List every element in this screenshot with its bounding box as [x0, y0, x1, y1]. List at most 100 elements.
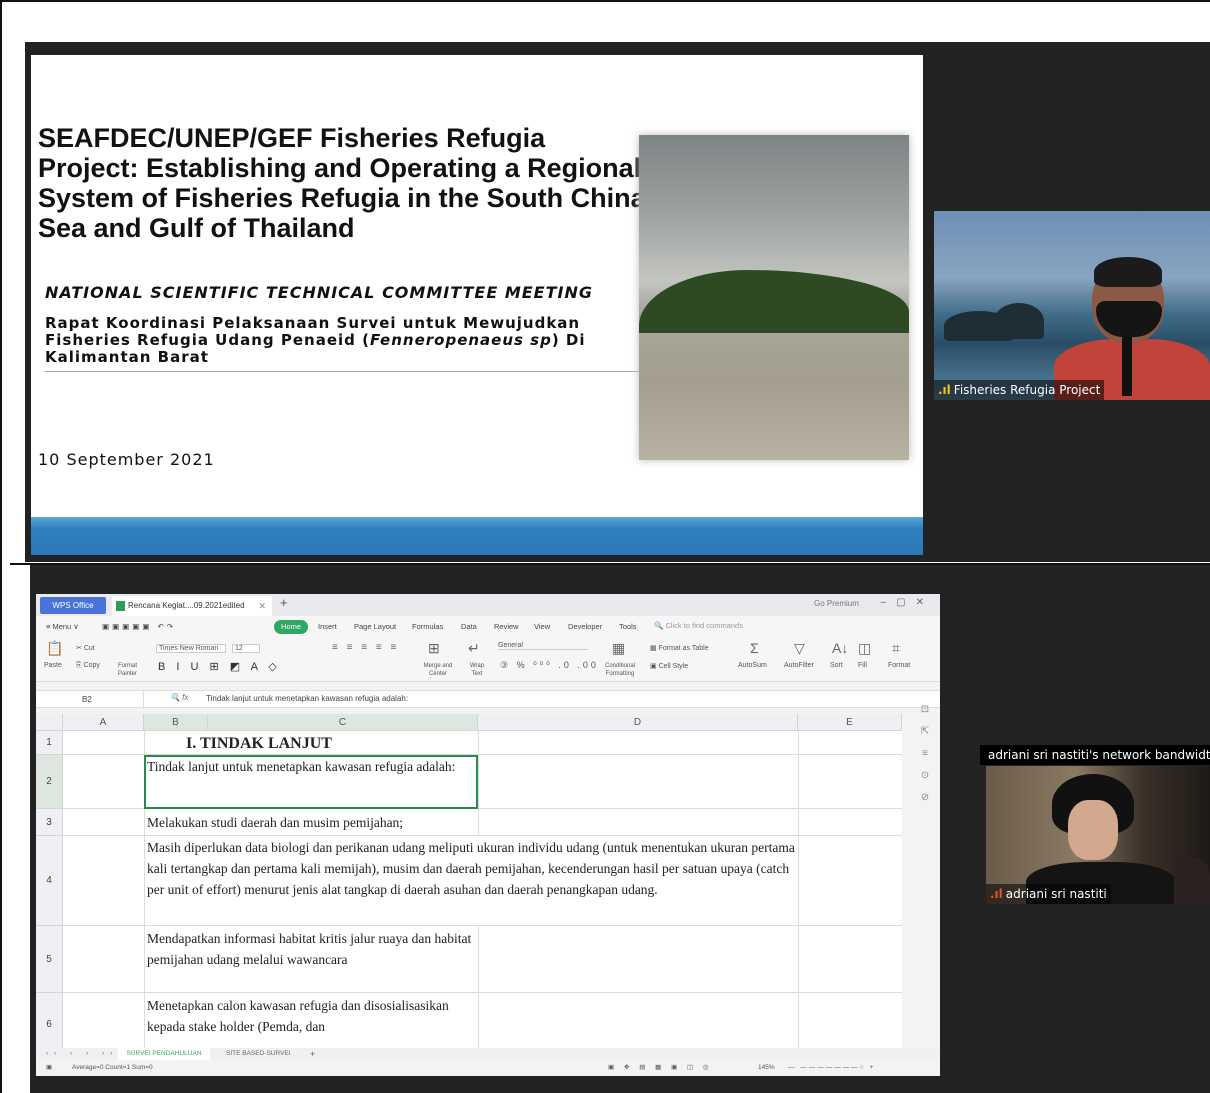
- status-summary: Average=0 Count=1 Sum=0: [72, 1064, 153, 1071]
- copy-button[interactable]: ⎘ Copy: [76, 662, 100, 670]
- tab-insert[interactable]: Insert: [318, 622, 337, 631]
- paste-icon[interactable]: 📋: [46, 640, 63, 657]
- view-mode-buttons[interactable]: ▣ ✥ ▤ ▦ ▣ ◫ ◎: [608, 1060, 713, 1076]
- tab-home[interactable]: Home: [274, 620, 308, 634]
- tab-developer[interactable]: Developer: [568, 622, 602, 631]
- autofilter-button[interactable]: AutoFilter: [784, 662, 814, 669]
- merge-icon[interactable]: ⊞: [428, 640, 440, 657]
- window-controls[interactable]: –▢✕: [881, 597, 934, 608]
- grid-line: [478, 731, 479, 835]
- format-as-table-label: Format as Table: [658, 645, 709, 652]
- close-icon[interactable]: ✕: [258, 596, 266, 616]
- grid-line: [63, 992, 902, 993]
- paste-button[interactable]: Paste: [44, 662, 62, 669]
- column-header-d[interactable]: D: [478, 714, 798, 731]
- format-painter-button[interactable]: Format Painter: [118, 662, 148, 678]
- status-bar: ▣ Average=0 Count=1 Sum=0 ▣ ✥ ▤ ▦ ▣ ◫ ◎ …: [36, 1060, 940, 1076]
- name-box[interactable]: B2: [44, 691, 144, 708]
- new-tab-icon[interactable]: +: [280, 595, 288, 610]
- signal-bars-icon: .ıl: [990, 887, 1003, 901]
- cell-style-button[interactable]: ▣ Cell Style: [650, 662, 688, 670]
- format-icon[interactable]: ⌗: [892, 640, 900, 657]
- cell-b3[interactable]: Melakukan studi daerah dan musim pemijah…: [147, 812, 477, 833]
- number-format-select[interactable]: General: [498, 642, 588, 650]
- river-water: [639, 333, 909, 460]
- sort-icon[interactable]: A↓: [832, 640, 848, 656]
- sheet-tab-survei-pendahuluan[interactable]: SURVEI PENDAHULUAN: [118, 1048, 210, 1060]
- select-all-corner[interactable]: [36, 714, 63, 731]
- format-button[interactable]: Format: [888, 662, 910, 669]
- fill-button[interactable]: Fill: [858, 662, 867, 669]
- row-header-2[interactable]: 2: [36, 755, 63, 809]
- slide-date: 10 September 2021: [38, 450, 215, 469]
- background-person: [1174, 858, 1210, 904]
- participant-video-adriani[interactable]: .ıl adriani sri nastiti: [986, 766, 1210, 904]
- font-style-buttons[interactable]: B I U ⊞ ◩ A ◇: [158, 660, 281, 673]
- zoom-slider[interactable]: — ———————○ +: [788, 1060, 875, 1076]
- tab-data[interactable]: Data: [461, 622, 477, 631]
- wps-office-tab[interactable]: WPS Office: [40, 597, 106, 614]
- cell-b6[interactable]: Menetapkan calon kawasan refugia dan dis…: [147, 995, 457, 1037]
- document-tab-label: Rencana Kegiat....09.2021edited: [128, 601, 245, 610]
- alignment-buttons[interactable]: ≡ ≡ ≡ ≡ ≡: [332, 642, 399, 653]
- column-header-c[interactable]: C: [208, 714, 478, 731]
- column-header-e[interactable]: E: [798, 714, 902, 731]
- column-header-a[interactable]: A: [63, 714, 144, 731]
- go-premium-link[interactable]: Go Premium: [814, 599, 859, 608]
- tab-tools[interactable]: Tools: [619, 622, 637, 631]
- command-search[interactable]: 🔍 Click to find commands: [654, 621, 743, 630]
- slide-title: SEAFDEC/UNEP/GEF Fisheries Refugia Proje…: [38, 123, 646, 243]
- merge-center-button[interactable]: Merge and Center: [420, 662, 456, 678]
- macro-icon[interactable]: ▣: [46, 1060, 52, 1076]
- cell-b1[interactable]: I. TINDAK LANJUT: [186, 733, 332, 754]
- slide-footer-bar: [31, 517, 923, 555]
- sort-button[interactable]: Sort: [830, 662, 843, 669]
- home-ribbon: 📋 Paste ✂ Cut ⎘ Copy Format Painter Time…: [36, 638, 940, 682]
- wrap-text-icon[interactable]: ↵: [468, 640, 480, 657]
- rock: [994, 303, 1044, 339]
- menu-button[interactable]: ≡ Menu ∨: [46, 622, 79, 631]
- tab-view[interactable]: View: [534, 622, 550, 631]
- spreadsheet-grid[interactable]: A B C D E 1 2 3 4 5 6 I. TINDAK LANJUT T…: [36, 714, 902, 1048]
- formula-input[interactable]: Tindak lanjut untuk menetapkan kawasan r…: [206, 694, 408, 703]
- autosum-button[interactable]: AutoSum: [738, 662, 767, 669]
- tab-formulas[interactable]: Formulas: [412, 622, 443, 631]
- side-toolbar[interactable]: ⊡ ⇱ ≡ ⊙ ⊘: [914, 704, 936, 803]
- tab-review[interactable]: Review: [494, 622, 519, 631]
- row-header-3[interactable]: 3: [36, 809, 63, 836]
- sheet-tab-site-based[interactable]: SITE BASED-SURVEI: [226, 1048, 291, 1060]
- zoom-level[interactable]: 145%: [758, 1060, 775, 1076]
- font-select[interactable]: Times New Roman: [156, 644, 226, 653]
- row-header-1[interactable]: 1: [36, 731, 63, 755]
- participant-video-fisheries[interactable]: .ıl Fisheries Refugia Project: [934, 211, 1210, 400]
- conditional-formatting-icon[interactable]: ▦: [612, 640, 625, 657]
- column-header-b[interactable]: B: [144, 714, 208, 731]
- sheet-nav-arrows[interactable]: ‹‹ ‹ › ››: [46, 1048, 118, 1060]
- participant-hair: [1094, 257, 1162, 287]
- sheet-tab-bar: ‹‹ ‹ › ›› SURVEI PENDAHULUAN SITE BASED-…: [36, 1048, 940, 1060]
- slide-subtitle: Rapat Koordinasi Pelaksanaan Survei untu…: [45, 315, 645, 366]
- number-format-buttons[interactable]: ③ % ⁰⁰⁰ .0 .00: [500, 660, 599, 671]
- formula-bar: B2 🔍 fx Tindak lanjut untuk menetapkan k…: [36, 690, 940, 708]
- conditional-formatting-button[interactable]: Conditional Formatting: [598, 662, 642, 678]
- cell-b5[interactable]: Mendapatkan informasi habitat kritis jal…: [147, 928, 475, 970]
- slide-subtitle-species: Fenneropenaeus sp: [369, 331, 552, 349]
- cut-button[interactable]: ✂ Cut: [76, 644, 95, 652]
- function-icon[interactable]: 🔍 fx: [170, 693, 188, 702]
- document-tab[interactable]: Rencana Kegiat....09.2021edited ✕: [112, 596, 272, 616]
- participant-name-tag: .ıl Fisheries Refugia Project: [934, 380, 1105, 400]
- quick-access-icons[interactable]: ▣▣▣▣▣ ↶↷: [102, 622, 176, 631]
- add-sheet-icon[interactable]: +: [310, 1048, 315, 1060]
- filter-icon[interactable]: ▽: [794, 640, 805, 657]
- row-header-6[interactable]: 6: [36, 993, 63, 1048]
- autosum-icon[interactable]: Σ: [750, 640, 759, 656]
- font-size-select[interactable]: 12: [232, 644, 260, 653]
- format-as-table-button[interactable]: ▦ Format as Table: [650, 644, 709, 652]
- fill-icon[interactable]: ◫: [858, 640, 871, 657]
- tab-page-layout[interactable]: Page Layout: [354, 622, 396, 631]
- row-header-5[interactable]: 5: [36, 926, 63, 993]
- cell-b4[interactable]: Masih diperlukan data biologi dan perika…: [147, 837, 799, 900]
- spreadsheet-icon: [116, 601, 125, 611]
- wrap-text-button[interactable]: Wrap Text: [466, 662, 488, 678]
- row-header-4[interactable]: 4: [36, 836, 63, 926]
